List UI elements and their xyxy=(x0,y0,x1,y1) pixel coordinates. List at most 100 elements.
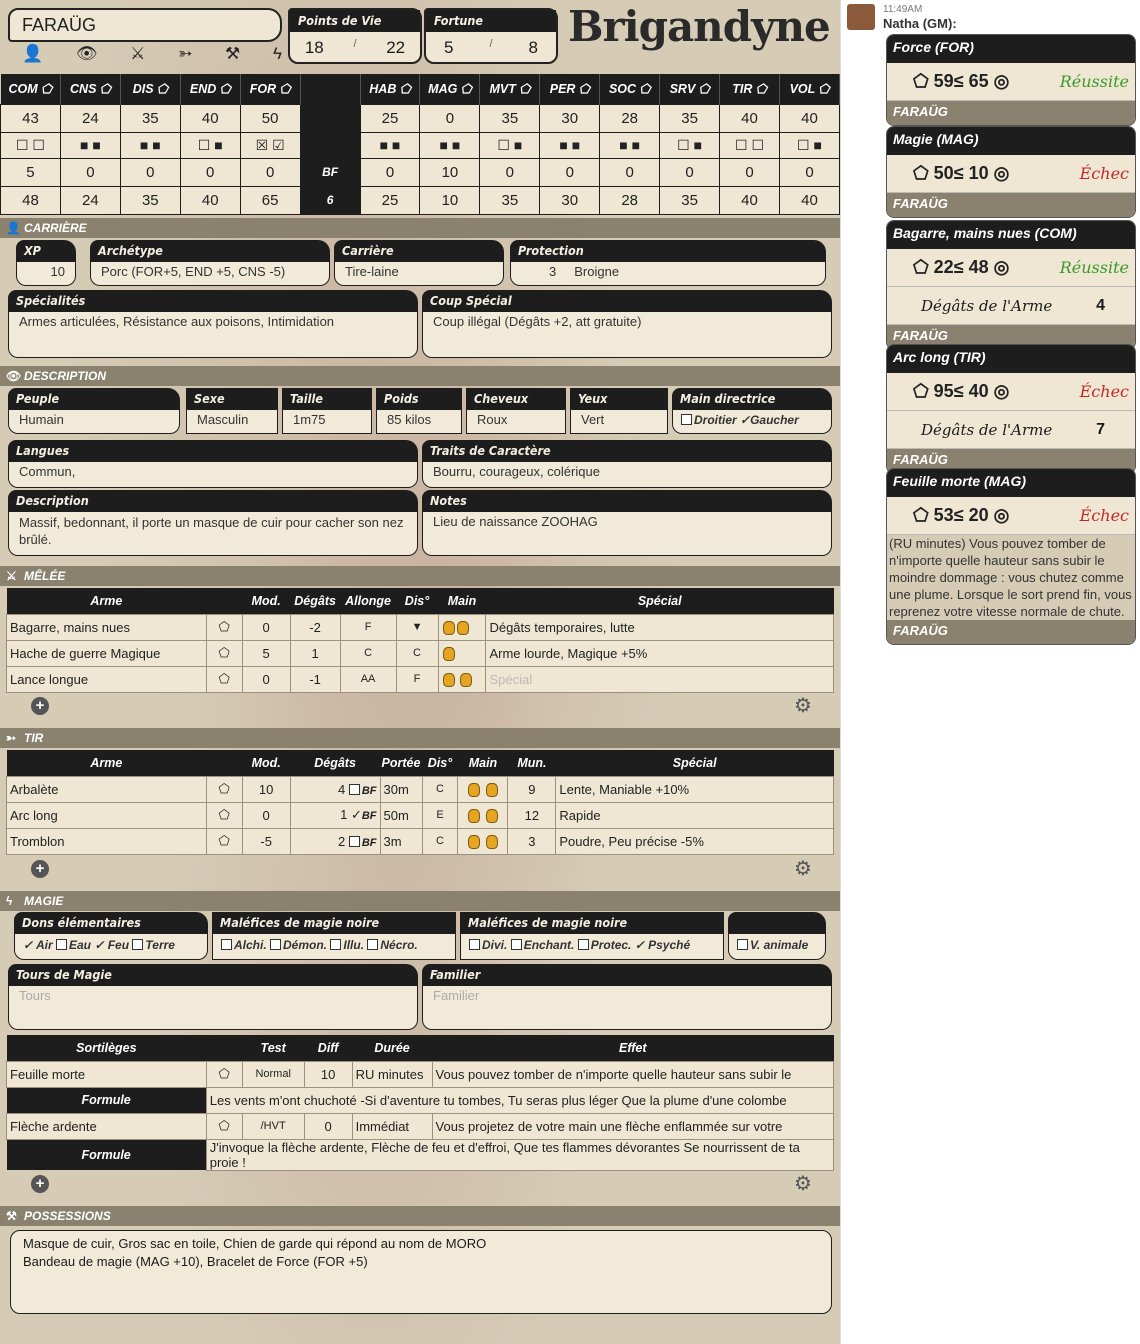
stat-marks-cell[interactable]: ■ ■ xyxy=(119,131,181,159)
stat-mods-cell[interactable]: 0 xyxy=(659,157,721,187)
lightning-icon[interactable]: ϟ xyxy=(273,44,282,66)
spell-name[interactable]: Flèche ardente xyxy=(6,1112,207,1140)
fortune-max[interactable]: 8 xyxy=(529,38,538,58)
yeux-field[interactable]: Yeux Vert xyxy=(570,388,668,434)
weapon-name[interactable]: Tromblon xyxy=(6,827,207,855)
stat-mods-cell[interactable]: 0 xyxy=(59,157,121,187)
weapon-stat[interactable]: 0 xyxy=(241,665,291,693)
weapon-special[interactable]: Spécial xyxy=(485,665,834,693)
hand-icon[interactable] xyxy=(457,801,509,829)
protection-name[interactable]: Broigne xyxy=(574,264,619,279)
magic-check[interactable] xyxy=(132,939,144,950)
pv-max[interactable]: 22 xyxy=(386,38,405,58)
stat-marks-cell[interactable]: ☐ ■ xyxy=(479,131,541,159)
langues-value[interactable]: Commun, xyxy=(8,462,418,488)
stat-base-cell[interactable]: 24 xyxy=(59,103,121,133)
stat-marks-cell[interactable]: ☐ ☐ xyxy=(719,131,780,159)
weapon-stat[interactable]: F xyxy=(339,613,397,641)
weapon-special[interactable]: Poudre, Peu précise -5% xyxy=(555,827,834,855)
roll-value[interactable]: 59 xyxy=(934,71,954,91)
dice-icon[interactable]: ⬠ xyxy=(205,1112,243,1140)
weapon-dis[interactable]: E xyxy=(421,801,459,829)
formule-text[interactable]: J'invoque la flèche ardente, Flèche de f… xyxy=(205,1138,835,1171)
animale-checkbox[interactable] xyxy=(737,939,748,950)
stat-marks-cell[interactable]: ■ ■ xyxy=(59,131,121,159)
spell-name[interactable]: Feuille morte xyxy=(6,1060,207,1088)
magic-check[interactable] xyxy=(510,939,522,950)
weapon-stat[interactable]: -2 xyxy=(289,613,341,641)
stat-base-cell[interactable]: 25 xyxy=(359,103,421,133)
stat-mods-cell[interactable]: 10 xyxy=(419,157,481,187)
magic-check[interactable] xyxy=(469,939,480,950)
magic-check[interactable] xyxy=(221,939,232,950)
stat-totals-cell[interactable]: 40 xyxy=(719,185,780,215)
weapon-munitions[interactable]: 12 xyxy=(507,801,557,829)
stat-base-cell[interactable]: 0 xyxy=(419,103,481,133)
tours-value[interactable]: Tours xyxy=(8,986,418,1030)
roll-value[interactable]: 22 xyxy=(934,257,954,277)
cheveux-value[interactable]: Roux xyxy=(466,410,566,434)
bf-flag[interactable] xyxy=(348,782,362,797)
stat-mods-cell[interactable]: 0 xyxy=(179,157,241,187)
stat-totals-cell[interactable]: 35 xyxy=(659,185,721,215)
weapon-stat[interactable]: 0 xyxy=(241,613,291,641)
protection-field[interactable]: Protection 3 Broigne xyxy=(510,240,826,286)
stat-mods-cell[interactable]: 0 xyxy=(239,157,301,187)
weapon-name[interactable]: Hache de guerre Magique xyxy=(6,639,207,667)
weapon-degats[interactable]: 1 ✓BF xyxy=(289,801,381,829)
stat-totals-cell[interactable]: 40 xyxy=(179,185,241,215)
weapon-stat[interactable]: C xyxy=(395,639,439,667)
description-value[interactable]: Massif, bedonnant, il porte un masque de… xyxy=(8,512,418,556)
stat-totals-cell[interactable]: 35 xyxy=(119,185,181,215)
notes-value[interactable]: Lieu de naissance ZOOHAG xyxy=(422,512,832,556)
weapon-stat[interactable]: 5 xyxy=(241,639,291,667)
weapon-special[interactable]: Arme lourde, Magique +5% xyxy=(485,639,834,667)
weapon-mod[interactable]: 0 xyxy=(241,801,291,829)
stat-totals-cell[interactable]: 48 xyxy=(0,185,61,215)
archetype-field[interactable]: Archétype Porc (FOR+5, END +5, CNS -5) xyxy=(90,240,330,286)
specialites-value[interactable]: Armes articulées, Résistance aux poisons… xyxy=(8,312,418,358)
magic-check[interactable]: ✓ xyxy=(94,938,107,952)
character-name-field[interactable]: FARAÜG xyxy=(8,8,282,42)
weapon-dis[interactable]: C xyxy=(421,775,459,803)
hand-icon[interactable] xyxy=(457,827,509,855)
tours-field[interactable]: Tours de Magie Tours xyxy=(8,964,418,1030)
magic-check[interactable]: ✓ xyxy=(635,938,648,952)
stat-base-cell[interactable]: 43 xyxy=(0,103,61,133)
swords-icon[interactable]: ⚔ xyxy=(130,44,145,66)
magic-check[interactable] xyxy=(270,939,282,950)
formule-row[interactable]: Formule Les vents m'ont chuchoté -Si d'av… xyxy=(6,1086,835,1114)
coup-special-value[interactable]: Coup illégal (Dégâts +2, att gratuite) xyxy=(422,312,832,358)
weapon-stat[interactable]: F xyxy=(395,665,439,693)
add-spell-button[interactable]: + xyxy=(31,1175,49,1193)
magic-check[interactable] xyxy=(367,939,379,950)
stat-mods-cell[interactable]: 0 xyxy=(778,157,840,187)
taille-value[interactable]: 1m75 xyxy=(282,410,372,434)
stat-marks-cell[interactable]: ☒ ☑ xyxy=(239,131,301,159)
stat-base-cell[interactable]: 35 xyxy=(659,103,721,133)
stat-base-cell[interactable]: 50 xyxy=(239,103,301,133)
carriere-value[interactable]: Tire-laine xyxy=(334,262,504,286)
formule-row[interactable]: Formule J'invoque la flèche ardente, Flèc… xyxy=(6,1138,835,1171)
stat-mods-cell[interactable]: 0 xyxy=(119,157,181,187)
weapon-mod[interactable]: 10 xyxy=(241,775,291,803)
add-tir-button[interactable]: + xyxy=(31,860,49,878)
weapon-dis[interactable]: C xyxy=(421,827,459,855)
person-icon[interactable]: 👤 xyxy=(22,44,43,66)
magic-check[interactable] xyxy=(577,939,589,950)
table-row[interactable]: Tromblon ⬠ -5 2 BF 3m C 3 Poudre, Peu précise … xyxy=(6,827,834,855)
weapon-name[interactable]: Lance longue xyxy=(6,665,207,693)
stat-marks-cell[interactable]: ■ ■ xyxy=(419,131,481,159)
taille-field[interactable]: Taille 1m75 xyxy=(282,388,372,434)
weapon-portee[interactable]: 3m xyxy=(379,827,423,855)
stat-marks-cell[interactable]: ☐ ■ xyxy=(179,131,241,159)
stat-mods-cell[interactable]: 0 xyxy=(479,157,541,187)
weapon-special[interactable]: Rapide xyxy=(555,801,834,829)
stat-totals-cell[interactable]: 25 xyxy=(359,185,421,215)
stat-totals-cell[interactable]: 65 xyxy=(239,185,301,215)
roll-value[interactable]: 53 xyxy=(934,505,954,525)
archetype-value[interactable]: Porc (FOR+5, END +5, CNS -5) xyxy=(90,262,330,286)
degats-value[interactable]: 2 xyxy=(338,834,345,849)
stat-mods-cell[interactable]: 0 xyxy=(599,157,661,187)
stat-marks-cell[interactable]: ■ ■ xyxy=(359,131,421,159)
